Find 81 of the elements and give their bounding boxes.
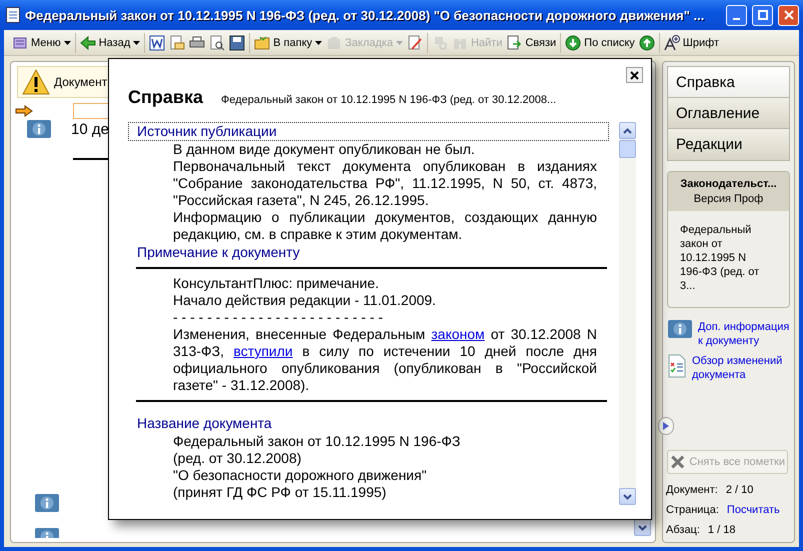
side-tab[interactable]: Справка xyxy=(668,67,789,98)
dialog-title: Справка xyxy=(128,87,203,108)
stat-label: Абзац: xyxy=(666,524,700,536)
card-title: Законодательст... xyxy=(679,177,778,192)
text-line: (принят ГД ФС РФ от 15.11.1995) xyxy=(173,484,388,501)
toolbar-button[interactable] xyxy=(148,32,166,52)
window-title: Федеральный закон от 10.12.1995 N 196-ФЗ (ред. от 30.12.2008) "О безопасности дорожного движения" ... xyxy=(25,8,706,22)
toolbar-button[interactable] xyxy=(208,32,226,52)
info-icon xyxy=(27,120,51,138)
section-heading[interactable]: Примечание к документу xyxy=(128,243,609,262)
link[interactable]: законом xyxy=(431,326,485,342)
expand-button[interactable] xyxy=(658,417,674,435)
scrollbar[interactable] xyxy=(619,122,636,505)
section-heading[interactable]: Источник публикации xyxy=(128,122,609,141)
printer-icon xyxy=(189,34,206,50)
maximize-icon xyxy=(758,10,768,20)
stat-label: Документ: xyxy=(666,484,718,496)
menu-icon xyxy=(12,34,28,50)
side-tab[interactable]: Оглавление xyxy=(668,98,789,129)
folder-icon xyxy=(254,34,270,50)
count-link[interactable]: Посчитать xyxy=(726,504,780,516)
side-link[interactable]: Доп. информация к документу xyxy=(698,320,794,348)
paragraph: Первоначальный текст документа опубликован в изданиях "Собрание законодательства РФ", 11.12.1995, N 50, ст. 4873, "Российская газета", N 245, 26.12.1995. xyxy=(173,158,597,209)
toolbar-button[interactable]: По списку xyxy=(564,32,636,52)
text-line: "О безопасности дорожного движения" xyxy=(173,467,428,484)
stat-label: Страница: xyxy=(666,504,719,516)
toolbar-button[interactable]: Назад xyxy=(78,32,142,52)
warning-text: Документ xyxy=(54,75,108,89)
text-line: Начало действия редакции - 11.01.2009. xyxy=(173,292,437,309)
text-line: (ред. от 30.12.2008) xyxy=(173,450,302,467)
document-icon xyxy=(6,7,20,23)
dialog-subtitle: Федеральный закон от 10.12.1995 N 196-ФЗ (ред. от 30.12.2008... xyxy=(220,94,556,106)
paragraph: Информацию о публикации документов, создающих данную редакцию, см. в справке к этим документам. xyxy=(173,209,597,243)
text-line: КонсультантПлюс: примечание. xyxy=(173,275,380,292)
font-plus-icon xyxy=(664,34,680,50)
toolbar-button[interactable] xyxy=(638,32,656,52)
info-icon xyxy=(668,320,692,338)
side-tab[interactable]: Редакции xyxy=(668,129,789,160)
card-subtitle: Версия Проф xyxy=(692,192,764,207)
close-button[interactable] xyxy=(626,67,643,83)
scroll-down-button[interactable] xyxy=(634,519,651,536)
scroll-up-button[interactable] xyxy=(619,122,636,139)
play-icon xyxy=(663,422,669,430)
paragraph: Изменения, внесенные Федеральным законом от 30.12.2008 N 313-ФЗ, вступили в силу по истечении 10 дней после дня официального опубликования (опубликован в "Российской газете" - 31.12.2008). xyxy=(173,326,597,394)
minimize-button[interactable] xyxy=(726,4,747,26)
close-icon xyxy=(630,70,639,80)
text-line: - - - - - - - - - - - - - - - - - - - - - - - - - xyxy=(173,309,384,326)
toolbar-button[interactable]: Шрифт xyxy=(662,32,720,52)
warning-icon xyxy=(22,69,50,95)
toolbar-button[interactable] xyxy=(228,32,246,52)
chevron-up-icon xyxy=(623,128,632,134)
pointer-arrow-icon xyxy=(15,105,33,117)
document-edit-icon xyxy=(406,34,423,50)
scroll-thumb[interactable] xyxy=(619,140,636,158)
section-heading[interactable]: Название документа xyxy=(128,414,609,433)
info-icon xyxy=(35,494,59,512)
text-line: Федеральный закон от 10.12.1995 N 196-ФЗ xyxy=(173,433,462,450)
chevron-down-icon xyxy=(638,524,647,530)
document-envelope-icon xyxy=(169,34,186,50)
text-line: В данном виде документ опубликован не был. xyxy=(173,141,476,158)
close-icon xyxy=(784,10,794,20)
card-text: Федеральный закон от 10.12.1995 N 196-ФЗ (ред. от 3... xyxy=(679,223,760,294)
link[interactable]: вступили xyxy=(233,343,293,359)
toolbar-button[interactable]: Меню xyxy=(11,32,72,52)
document-arrow-icon xyxy=(506,34,522,50)
stat-value: 2 / 10 xyxy=(726,484,754,496)
toolbar-button[interactable]: В папку xyxy=(253,32,324,52)
chevron-down-icon xyxy=(623,494,632,500)
scroll-down-button[interactable] xyxy=(619,488,636,505)
preview-icon xyxy=(209,34,226,50)
checklist-icon xyxy=(668,354,686,378)
save-icon xyxy=(229,34,246,50)
stat-value: 1 / 18 xyxy=(708,524,736,536)
minimize-icon xyxy=(733,18,740,20)
toolbar-button[interactable]: Связи xyxy=(505,32,558,52)
side-link[interactable]: Обзор изменений документа xyxy=(692,354,788,382)
document-w-icon xyxy=(149,34,166,50)
bookmark-icon xyxy=(326,34,342,50)
back-arrow-icon xyxy=(80,34,96,50)
document-text: 10 де xyxy=(71,120,109,138)
maximize-button[interactable] xyxy=(752,4,773,26)
